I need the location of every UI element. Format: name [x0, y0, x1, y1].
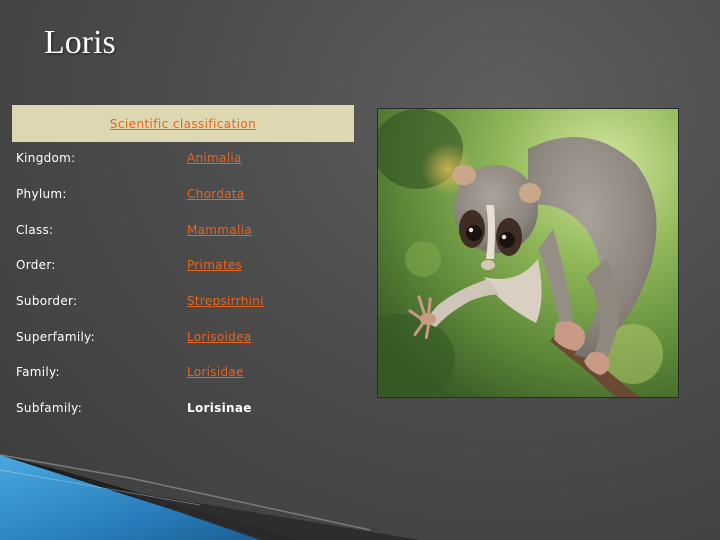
decorative-corner-swoosh [0, 454, 420, 540]
